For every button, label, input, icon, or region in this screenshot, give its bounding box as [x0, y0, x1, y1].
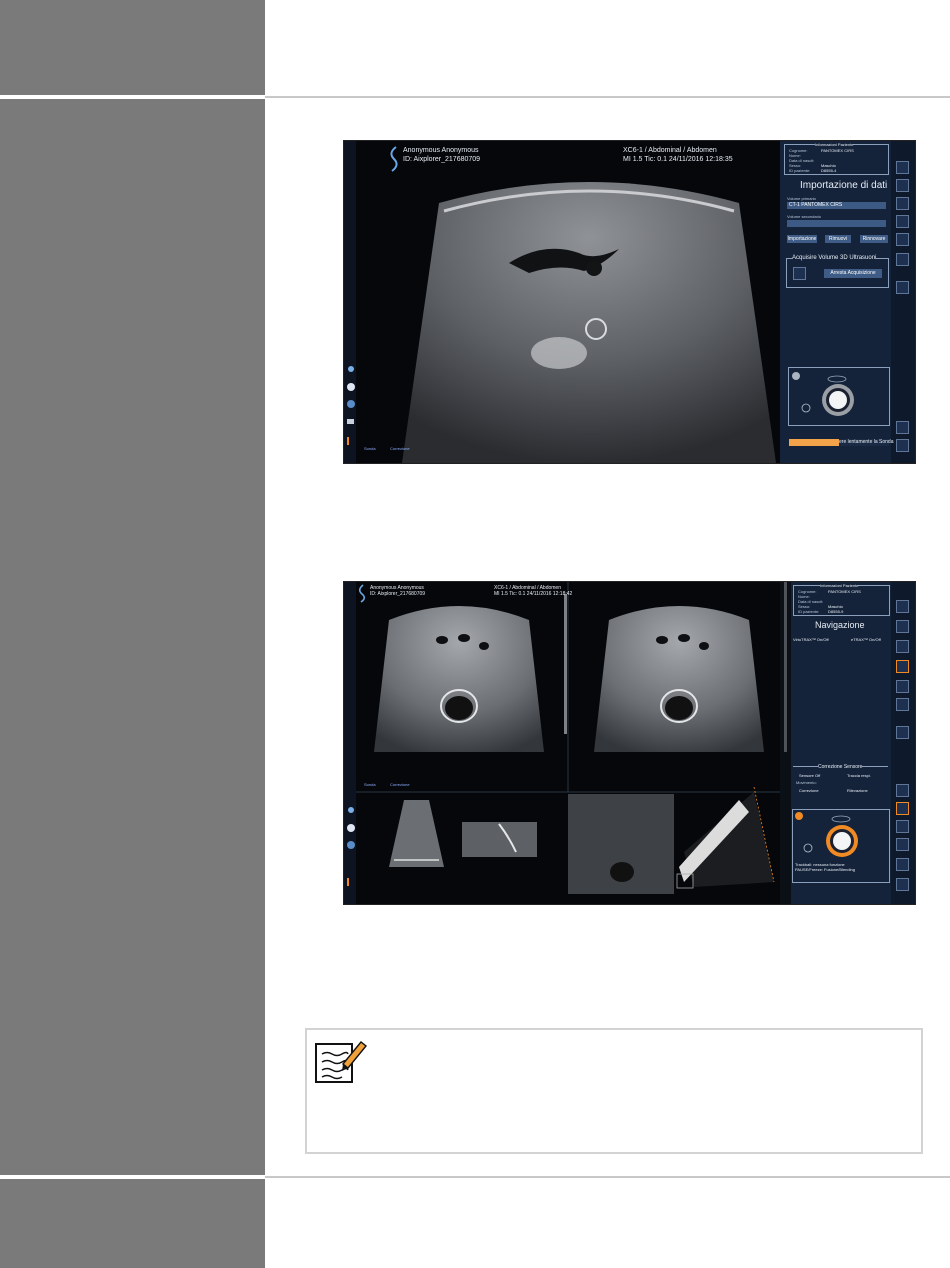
toolbar-icon-3[interactable]	[896, 640, 909, 653]
section-title: Importazione di dati	[800, 180, 888, 191]
screenshot-navigation: Anonymous Anonymous ID: Aixplorer_217680…	[343, 581, 916, 905]
top-rule	[265, 96, 950, 98]
info-value: PANTOMEX CIRS	[828, 589, 861, 594]
screenshot-import-data: Anonymous Anonymous ID: Aixplorer_217680…	[343, 140, 916, 464]
us-left-view	[374, 606, 544, 752]
sidebar-bottom-block	[0, 1179, 265, 1268]
sidebar-top-block	[0, 0, 265, 95]
patient-id: ID: Aixplorer_217680709	[403, 156, 481, 163]
trackball-hint-2: PAUSE/Freeze: Fusione/Blending	[795, 867, 855, 872]
toolbar-icon-6[interactable]	[896, 253, 909, 266]
secondary-volume-select[interactable]	[787, 220, 886, 227]
bottom-label-sonda: Sonda	[364, 782, 376, 787]
toolbar-icon-6[interactable]	[896, 698, 909, 711]
layout-icon-1[interactable]	[896, 784, 909, 797]
correction-radio[interactable]: Correzione	[799, 788, 819, 793]
bottom-rule	[265, 1176, 950, 1178]
control-panel: Informazioni Paziente Cognome: PANTOMEX …	[780, 141, 893, 463]
info-icon[interactable]	[896, 726, 909, 739]
toolbar-icon-5[interactable]	[896, 680, 909, 693]
control-panel: Informazioni Paziente Cognome: PANTOMEX …	[791, 582, 891, 904]
status-text: ere lentamente la Sonda	[839, 439, 894, 445]
mi-tic-date: MI 1.5 Tic: 0.1 24/11/2016 12:18:35	[623, 156, 733, 163]
probe-icon[interactable]	[348, 366, 354, 372]
primary-volume-label: Volume primario	[787, 196, 816, 201]
sidebar-main-block	[0, 99, 265, 1175]
movement-label: Movimento:	[796, 780, 817, 785]
probe-preset: XC6-1 / Abdominal / Abdomen	[623, 147, 717, 154]
info-value: D8555-9	[828, 609, 844, 614]
mi-tic-date: MI 1.5 Tic: 0.1 24/11/2016 12:18:42	[494, 591, 573, 597]
acquire-volume-box: Acquisire Volume 3D Ultrasuoni Arresta A…	[786, 255, 889, 288]
camera-icon[interactable]	[347, 419, 354, 424]
info-value: D8555-4	[821, 168, 837, 173]
sensor-off-radio[interactable]: Sensore Off	[799, 773, 820, 778]
stop-acquisition-button[interactable]: Arresta Acquisizione	[824, 269, 882, 278]
toolbar-icon-4[interactable]	[896, 215, 909, 228]
layout-icon[interactable]	[896, 421, 909, 434]
info-icon[interactable]	[896, 281, 909, 294]
resp-trace-radio[interactable]: Traccia respi.	[847, 773, 871, 778]
remove-button[interactable]: Rimuovi	[825, 235, 851, 243]
layout-icon-2[interactable]	[896, 439, 909, 452]
toolbar-icon-5[interactable]	[896, 233, 909, 246]
battery-icon	[347, 437, 349, 445]
note-box	[305, 1028, 923, 1154]
info-label: ID paziente:	[798, 609, 820, 614]
info-label: ID paziente:	[789, 168, 811, 173]
sensor-title: Correzione Sensore	[818, 764, 863, 770]
close-icon[interactable]	[347, 383, 355, 391]
renew-button[interactable]: Rinnovare	[860, 235, 888, 243]
toolbar-icon-2[interactable]	[896, 179, 909, 192]
bottom-label-correzione: Correzione	[390, 782, 410, 787]
toolbar-icon-2[interactable]	[896, 620, 909, 633]
toolbar-icon-1[interactable]	[896, 600, 909, 613]
note-pencil-icon	[315, 1041, 367, 1083]
sensor-box: Correzione Sensore Sensore Off Traccia r…	[793, 764, 888, 803]
layout-icon-3[interactable]	[896, 820, 909, 833]
virtutrax-toggle[interactable]: VirtuTRAX™ On/Off	[793, 637, 829, 642]
patient-info-box: Informazioni Paziente Cognome: PANTOMEX …	[784, 142, 889, 175]
patient-info-title: Informazioni Paziente	[815, 142, 854, 147]
layout-icon-5[interactable]	[896, 858, 909, 871]
patient-id: ID: Aixplorer_217680709	[370, 591, 426, 597]
primary-volume-select[interactable]: CT-1 PANTOMEX CIRS	[787, 202, 886, 209]
section-title: Navigazione	[815, 620, 865, 630]
trackball-box: Trackball: nessuna funzione PAUSE/Freeze…	[792, 809, 890, 883]
toolbar-icon-1[interactable]	[896, 161, 909, 174]
layout-icon-4[interactable]	[896, 838, 909, 851]
layout-icon-6[interactable]	[896, 878, 909, 891]
progress-fill	[789, 439, 839, 446]
layout-icon-2[interactable]	[896, 802, 909, 815]
probe-3d-icon[interactable]	[793, 267, 806, 280]
bottom-label-correzione: Correzione	[390, 446, 410, 451]
patient-info-title: Informazioni Paziente	[820, 583, 859, 588]
info-value: PANTOMEX CIRS	[821, 148, 854, 153]
toolbar-icon-4[interactable]	[896, 660, 909, 673]
patient-info-box: Informazioni Paziente Cognome: PANTOMEX …	[793, 583, 890, 616]
etrax-toggle[interactable]: eTRAX™ On/Off	[851, 637, 881, 642]
trackball-graphic	[792, 372, 854, 416]
bottom-label-sonda: Sonda	[364, 446, 376, 451]
close-icon[interactable]	[347, 824, 355, 832]
import-button[interactable]: Importazione	[787, 235, 817, 243]
secondary-volume-label: Volume secondario	[787, 214, 822, 219]
help-icon[interactable]	[347, 400, 355, 408]
detection-radio[interactable]: Rilevazione	[847, 788, 868, 793]
help-icon[interactable]	[347, 841, 355, 849]
trackball-box	[788, 367, 890, 426]
progress-bar: ere lentamente la Sonda	[789, 439, 893, 446]
us-right-view	[594, 606, 764, 752]
patient-name: Anonymous Anonymous	[403, 147, 479, 154]
toolbar-icon-3[interactable]	[896, 197, 909, 210]
acquire-title: Acquisire Volume 3D Ultrasuoni	[792, 255, 877, 261]
